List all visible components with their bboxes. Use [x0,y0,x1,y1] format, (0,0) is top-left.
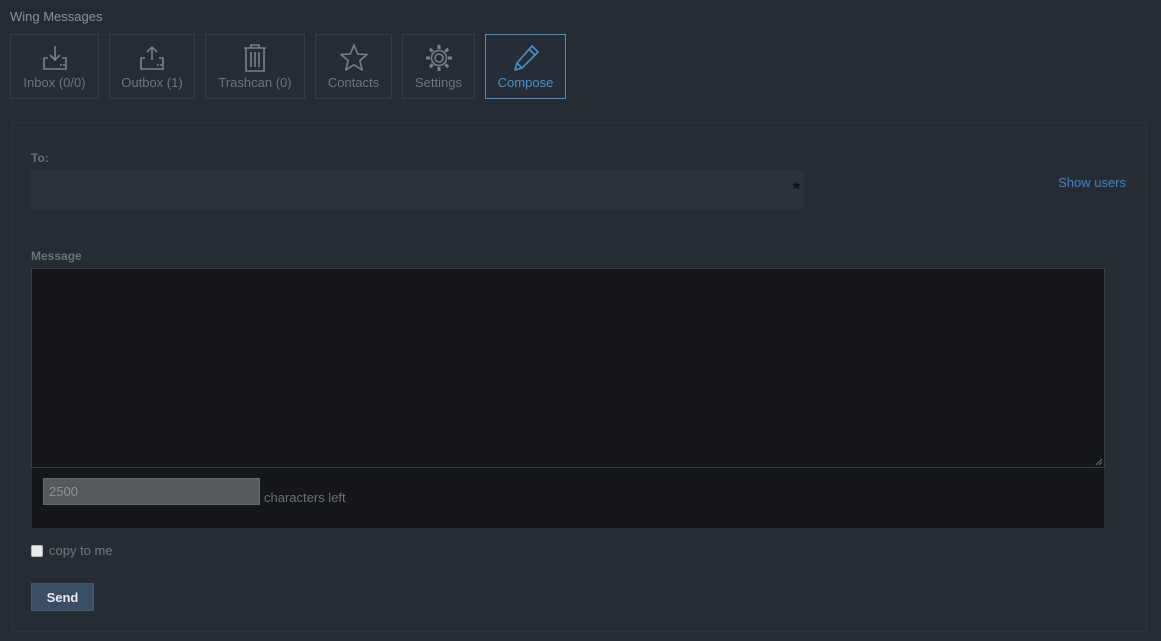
copy-to-me-label[interactable]: copy to me [49,543,113,558]
inbox-download-icon [40,43,70,73]
send-button[interactable]: Send [31,583,94,611]
star-icon [339,43,369,73]
to-label: To: [31,151,49,165]
copy-to-me-checkbox[interactable] [31,544,43,557]
tab-inbox-label: Inbox (0/0) [23,75,86,90]
resize-grip-icon[interactable] [1095,458,1103,466]
to-input[interactable]: * [31,170,804,209]
tab-contacts-label: Contacts [327,75,380,90]
char-counter-bar: 2500 characters left [31,468,1105,529]
tab-contacts[interactable]: Contacts [315,34,392,99]
trash-icon [241,43,269,73]
message-textarea[interactable] [31,268,1105,468]
copy-to-me-row: copy to me [31,543,113,558]
tab-settings-label: Settings [415,75,462,90]
chars-left-field: 2500 [43,478,260,505]
pencil-icon [511,43,541,73]
show-users-link[interactable]: Show users [1058,175,1126,190]
required-marker: * [792,179,800,199]
gear-icon [424,43,454,73]
outbox-upload-icon [137,43,167,73]
compose-panel: To: * Show users Message 2500 characters… [12,122,1147,632]
tab-trashcan[interactable]: Trashcan (0) [205,34,305,99]
tab-trashcan-label: Trashcan (0) [218,75,292,90]
tab-inbox[interactable]: Inbox (0/0) [10,34,99,99]
app-title: Wing Messages [10,9,103,24]
message-label: Message [31,249,82,263]
tab-outbox-label: Outbox (1) [121,75,183,90]
tab-compose[interactable]: Compose [485,34,566,99]
tab-compose-label: Compose [497,75,554,90]
tab-settings[interactable]: Settings [402,34,475,99]
chars-left-text: characters left [264,490,346,505]
tab-outbox[interactable]: Outbox (1) [109,34,195,99]
